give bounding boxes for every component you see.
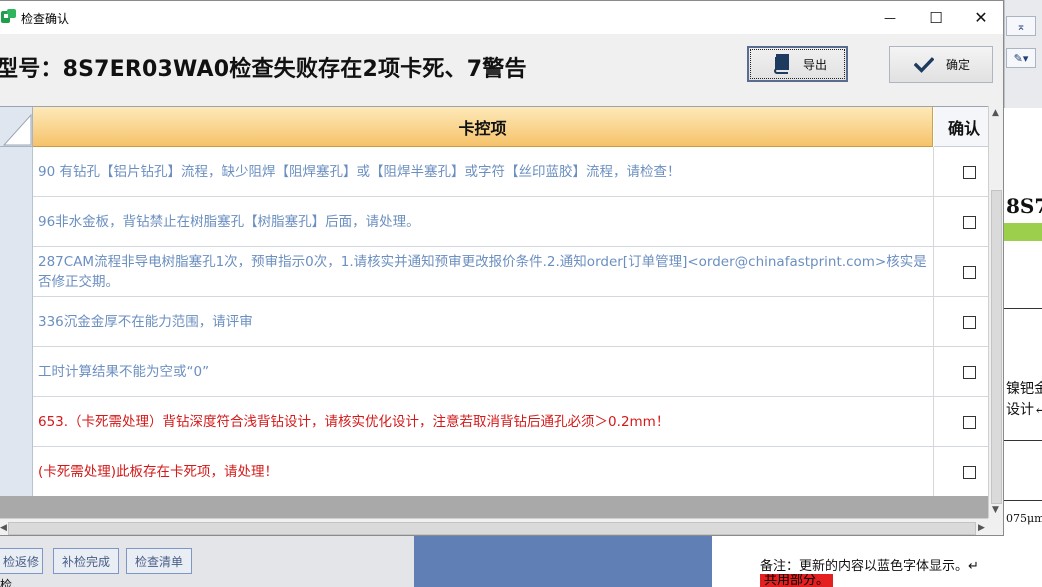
table-row[interactable]: 287CAM流程非导电树脂塞孔1次，预审指示0次，1.请核实并通知预审更改报价条… [0,247,988,297]
grid-empty-area [0,496,988,518]
confirm-button[interactable]: 确定 [889,46,993,83]
row-header[interactable] [0,147,33,197]
confirm-cell [933,197,988,247]
select-all-icon [2,113,32,146]
check-items-grid: 卡控项 确认 90 有钻孔【铝片钻孔】流程，缺少阻焊【阻焊塞孔】或【阻焊半塞孔】… [0,106,988,497]
doc-red-label: 共用部分。 [760,574,834,587]
doc-note-text: 备注：更新的内容以蓝色字体显示。↵ [760,559,979,574]
app-logo-icon [1,9,16,23]
table-row[interactable]: 336沉金金厚不在能力范围，请评审 [0,297,988,347]
control-item-text: 336沉金金厚不在能力范围，请评审 [38,314,253,330]
doc-heading-fragment: 8S7E [1006,194,1042,218]
column-header-confirm[interactable]: 确认 [934,107,988,147]
row-header[interactable] [0,447,33,497]
vertical-scroll-thumb[interactable] [991,190,1002,504]
row-header[interactable] [0,197,33,247]
doc-line [1004,500,1042,501]
column-header-control-item[interactable]: 卡控项 [33,107,933,147]
scroll-right-icon[interactable]: ▶ [978,523,985,533]
background-blue-panel [414,536,712,587]
doc-line [1004,308,1042,309]
export-button[interactable]: 导出 [747,46,848,82]
confirm-label: 确定 [946,58,971,72]
table-row[interactable]: (卡死需处理)此板存在卡死项，请处理！ [0,447,988,497]
maximize-button[interactable]: ☐ [913,1,959,34]
scroll-left-icon[interactable]: ◀ [0,523,7,533]
close-button[interactable]: ✕ [958,1,1003,34]
maximize-icon: ☐ [929,8,943,27]
title-bar[interactable]: 检查确认 — ☐ ✕ [0,1,1003,34]
dialog-title: 检查确认 [21,12,70,26]
row-header[interactable] [0,347,33,397]
close-icon: ✕ [974,8,988,27]
checklist-button[interactable]: 检查清单 [126,548,192,574]
control-item-text: (卡死需处理)此板存在卡死项，请处理！ [38,464,279,480]
confirm-checkbox[interactable] [963,216,976,229]
confirm-cell [933,147,988,197]
check-confirm-dialog: 检查确认 — ☐ ✕ 型号：8S7ER03WA0检查失败存在2项卡死、7警告 导… [0,0,1004,536]
background-corner-text: 检 [0,578,13,587]
confirm-checkbox[interactable] [963,266,976,279]
background-document: 8S7E 镍钯金 设计↵ 075μm [1004,108,1042,587]
minimize-icon: — [884,10,896,25]
control-item-text: 90 有钻孔【铝片钻孔】流程，缺少阻焊【阻焊塞孔】或【阻焊半塞孔】或字符【丝印蓝… [38,164,681,180]
control-item-text: 工时计算结果不能为空或“0” [38,364,210,380]
dialog-header: 型号：8S7ER03WA0检查失败存在2项卡死、7警告 导出 确定 [0,34,1003,106]
confirm-checkbox[interactable] [963,416,976,429]
table-row[interactable]: 工时计算结果不能为空或“0” [0,347,988,397]
doc-text-fragment-2: 设计↵ [1006,402,1042,418]
check-result-headline: 型号：8S7ER03WA0检查失败存在2项卡死、7警告 [0,57,527,82]
control-item-text: 287CAM流程非导电树脂塞孔1次，预审指示0次，1.请核实并通知预审更改报价条… [38,254,927,290]
rework-button[interactable]: 检返修 [0,548,43,574]
confirm-cell [933,397,988,447]
doc-green-band [1004,223,1042,241]
doc-text-fragment-1: 镍钯金 [1006,381,1042,397]
complete-recheck-button[interactable]: 补检完成 [53,548,119,574]
confirm-cell [933,247,988,297]
confirm-cell [933,347,988,397]
minimize-button[interactable]: — [867,1,913,34]
confirm-cell [933,297,988,347]
table-row[interactable]: 653.（卡死需处理）背钻深度符合浅背钻设计，请核实优化设计，注意若取消背钻后通… [0,397,988,447]
row-header[interactable] [0,297,33,347]
background-format-icon[interactable]: ⌅ [1006,16,1036,36]
focus-ring [750,49,845,79]
scroll-up-icon[interactable]: ▲ [992,108,999,118]
table-row[interactable]: 96非水金板，背钻禁止在树脂塞孔【树脂塞孔】后面，请处理。 [0,197,988,247]
doc-text-fragment-3: 075μm [1006,512,1042,525]
vertical-scrollbar[interactable]: ▲ ▼ [988,106,1003,518]
scroll-down-icon[interactable]: ▼ [992,505,999,515]
row-header[interactable] [0,397,33,447]
checkmark-icon [914,56,934,73]
control-item-text: 96非水金板，背钻禁止在树脂塞孔【树脂塞孔】后面，请处理。 [38,214,420,230]
confirm-checkbox[interactable] [963,316,976,329]
control-item-text: 653.（卡死需处理）背钻深度符合浅背钻设计，请核实优化设计，注意若取消背钻后通… [38,414,670,430]
confirm-checkbox[interactable] [963,166,976,179]
doc-line [1004,440,1042,441]
background-paint-icon[interactable]: ✎▾ [1006,48,1036,68]
row-header[interactable] [0,247,33,297]
horizontal-scroll-thumb[interactable] [8,522,976,535]
table-row[interactable]: 90 有钻孔【铝片钻孔】流程，缺少阻焊【阻焊塞孔】或【阻焊半塞孔】或字符【丝印蓝… [0,147,988,197]
confirm-checkbox[interactable] [963,466,976,479]
confirm-cell [933,447,988,497]
confirm-checkbox[interactable] [963,366,976,379]
horizontal-scrollbar[interactable]: ◀ ▶ [0,518,988,535]
grid-corner-select-all[interactable] [0,107,33,147]
